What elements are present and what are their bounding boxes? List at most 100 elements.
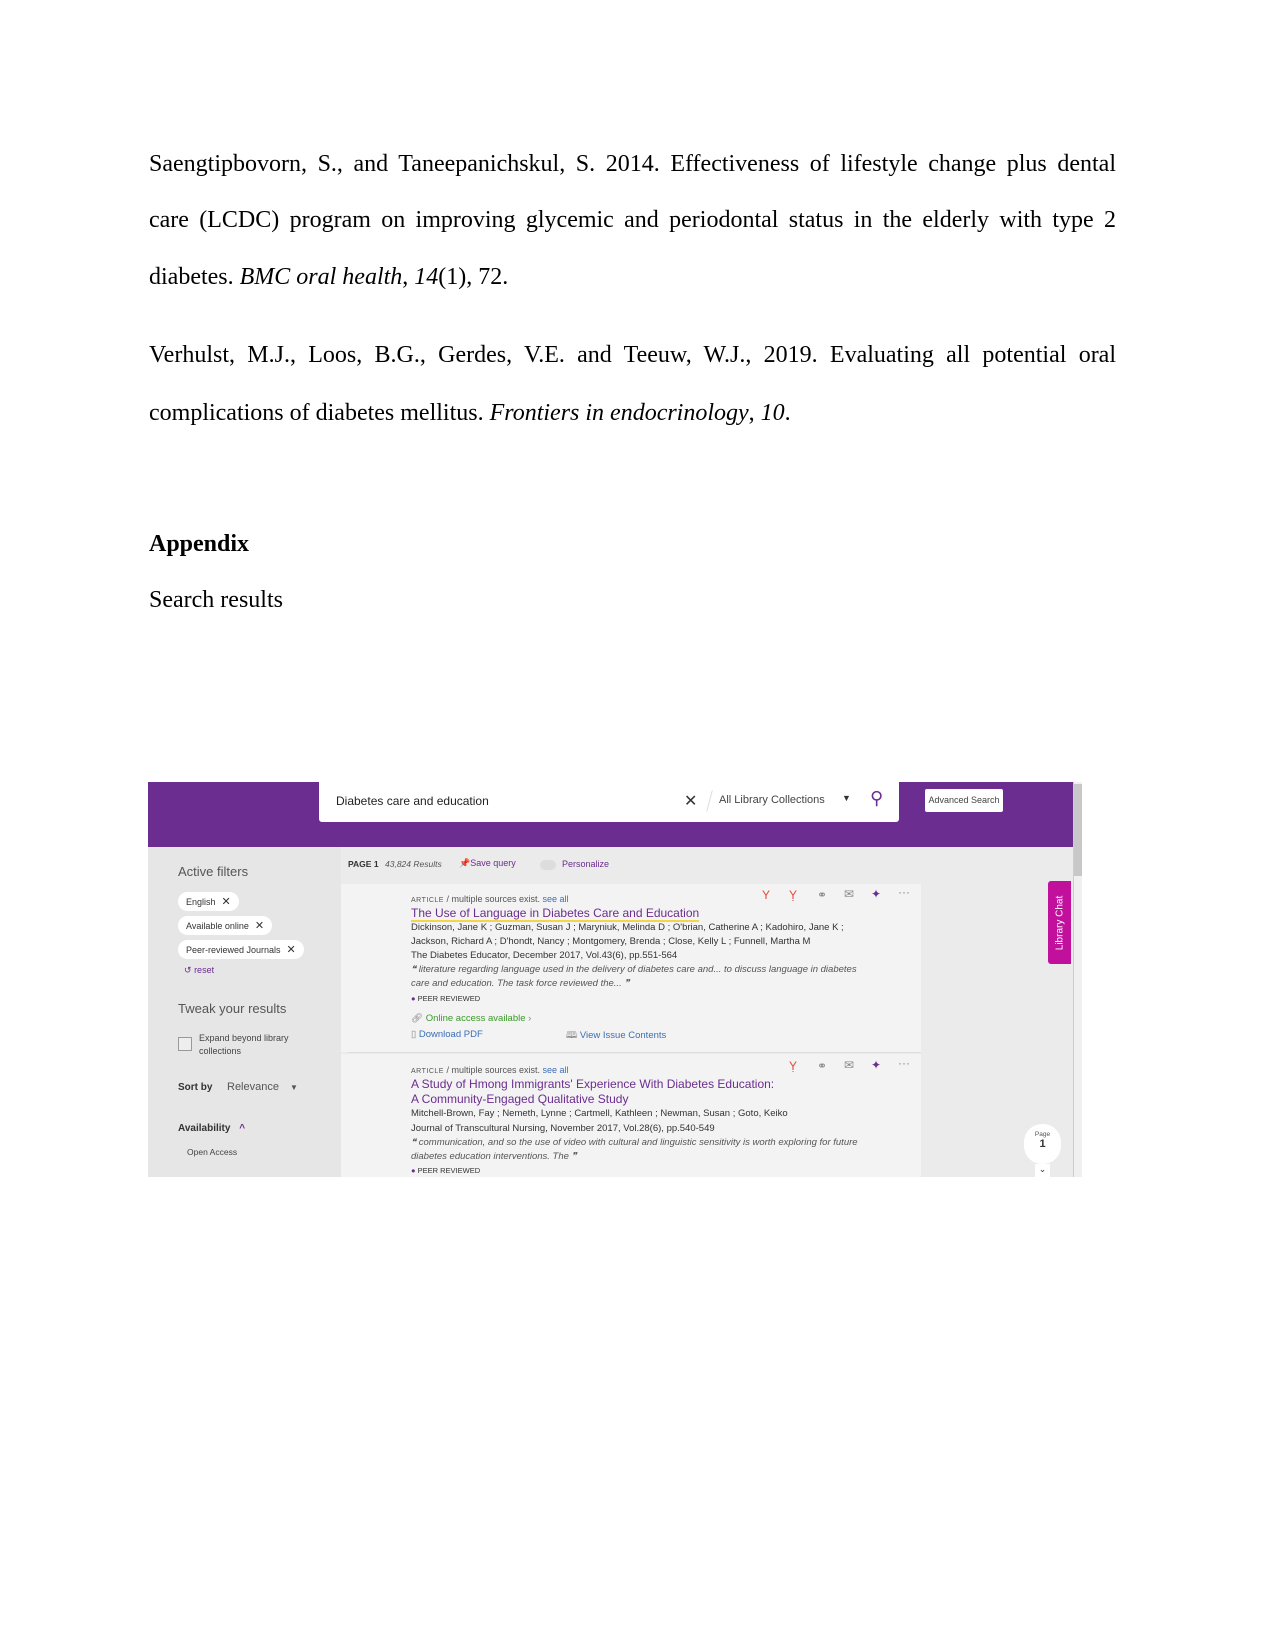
cite-icon[interactable]: Y (762, 888, 770, 902)
filter-chip-peer-reviewed[interactable]: Peer-reviewed Journals ✕ (178, 940, 304, 959)
text: , (402, 264, 415, 290)
scope-select[interactable]: All Library Collections (719, 794, 825, 806)
result-snippet: ❝ communication, and so the use of video… (411, 1137, 858, 1148)
search-results-screenshot: Diabetes care and education ✕ All Librar… (148, 782, 1082, 1177)
pdf-icon: ▯ (411, 1029, 417, 1040)
result-journal: The Diabetes Educator, December 2017, Vo… (411, 950, 678, 961)
text: collections (199, 1046, 242, 1056)
pdf-label: Download PDF (418, 1029, 483, 1040)
chevron-down-icon[interactable]: ▼ (842, 793, 851, 803)
chevron-down-icon[interactable]: ⌄ (1035, 1164, 1050, 1177)
page-indicator: PAGE 1 (348, 859, 379, 869)
tweak-heading: Tweak your results (178, 1001, 287, 1016)
pin-icon[interactable]: ✦ (871, 1058, 881, 1072)
download-pdf-link[interactable]: ▯ Download PDF (411, 1029, 483, 1040)
availability-toggle[interactable]: Availability ^ (178, 1123, 245, 1134)
result-snippet: ❝ literature regarding language used in … (411, 964, 857, 975)
peer-reviewed-icon: ● (411, 1166, 416, 1175)
type-label: ARTICLE (411, 1068, 444, 1075)
close-icon[interactable]: ✕ (287, 944, 296, 956)
close-icon[interactable]: ✕ (222, 896, 231, 908)
search-input[interactable]: Diabetes care and education (336, 794, 489, 808)
email-icon[interactable]: ✉ (844, 1058, 854, 1072)
volume: 14 (414, 264, 439, 290)
save-query-button[interactable]: 📌Save query (459, 858, 516, 869)
result-title-link[interactable]: A Study of Hmong Immigrants' Experience … (411, 1077, 774, 1091)
reset-button[interactable]: ↺ reset (184, 965, 214, 976)
chevron-right-icon: › (528, 1013, 532, 1024)
chip-label: Peer-reviewed Journals (186, 945, 281, 955)
link-icon[interactable]: ⚭ (817, 1059, 827, 1073)
filter-chip-available-online[interactable]: Available online ✕ (178, 916, 273, 935)
result-authors: Dickinson, Jane K ; Guzman, Susan J ; Ma… (411, 922, 844, 933)
peer-reviewed-badge: ● PEER REVIEWED (411, 994, 480, 1003)
open-access-filter[interactable]: Open Access (187, 1147, 237, 1157)
result-title-link[interactable]: The Use of Language in Diabetes Care and… (411, 906, 700, 922)
appendix-heading: Appendix (149, 531, 250, 557)
peer-reviewed-badge: ● PEER REVIEWED (411, 1166, 480, 1175)
pin-icon[interactable]: ✦ (871, 887, 881, 901)
personalize-label: Personalize (562, 859, 610, 869)
text: , (748, 400, 761, 426)
volume: 10 (760, 400, 785, 426)
save-label: Save query (470, 858, 516, 868)
see-all-link[interactable]: see all (543, 894, 569, 904)
library-chat-label: Library Chat (1054, 895, 1065, 950)
email-icon[interactable]: ✉ (844, 887, 854, 901)
text: Expand beyond library (199, 1033, 289, 1043)
text: . (784, 400, 791, 426)
link-icon: 🔗︎ (411, 1013, 424, 1024)
appendix-caption: Search results (149, 587, 283, 613)
page-number: 1 (1039, 1138, 1046, 1150)
filter-chip-english[interactable]: English ✕ (178, 892, 239, 911)
pin-icon: 📌 (459, 858, 471, 868)
chevron-up-icon: ^ (239, 1123, 246, 1134)
scrollbar[interactable] (1073, 782, 1082, 1177)
personalize-toggle[interactable] (540, 860, 556, 870)
export-icon[interactable]: Ỵ (789, 1059, 797, 1073)
reference-2-line-2: complications of diabetes mellitus. Fron… (149, 399, 1116, 427)
divider (348, 1052, 921, 1053)
sort-value: Relevance (227, 1081, 279, 1093)
more-icon[interactable]: ··· (898, 1056, 910, 1070)
see-all-link[interactable]: see all (543, 1065, 569, 1075)
sources-label: / multiple sources exist. (446, 1065, 540, 1075)
online-access-link[interactable]: 🔗︎ Online access available › (411, 1013, 531, 1024)
badge-label: PEER REVIEWED (417, 1166, 481, 1175)
badge-label: PEER REVIEWED (417, 994, 481, 1003)
reference-1-line-1: Saengtipbovorn, S., and Taneepanichskul,… (149, 151, 1116, 177)
text: complications of diabetes mellitus. (149, 400, 490, 426)
reference-2-line-1: Verhulst, M.J., Loos, B.G., Gerdes, V.E.… (149, 342, 1116, 368)
chip-label: Available online (186, 921, 249, 931)
export-icon[interactable]: Ỵ (789, 888, 797, 902)
title-text: The Use of Language in Diabetes Care and… (411, 906, 700, 922)
advanced-search-button[interactable]: Advanced Search (925, 789, 1003, 812)
sort-select[interactable]: Relevance ▼ (227, 1081, 298, 1093)
clear-icon[interactable]: ✕ (684, 791, 697, 811)
reset-label: reset (194, 965, 215, 975)
library-chat-tab[interactable]: Library Chat (1048, 881, 1071, 964)
journal: Frontiers in endocrinology (489, 400, 749, 426)
result-snippet: diabetes education interventions. The ❞ (411, 1151, 577, 1162)
more-icon[interactable]: ··· (898, 885, 910, 899)
reset-icon: ↺ (184, 965, 192, 975)
close-icon[interactable]: ✕ (255, 920, 264, 932)
result-authors: Jackson, Richard A ; D'hondt, Nancy ; Mo… (411, 936, 811, 947)
result-title-link[interactable]: A Community-Engaged Qualitative Study (411, 1092, 628, 1106)
reference-1-line-2: care (LCDC) program on improving glycemi… (149, 207, 1116, 233)
active-filters-heading: Active filters (178, 864, 249, 879)
chevron-down-icon: ▼ (290, 1083, 298, 1092)
view-issue-link[interactable]: 🕮 View Issue Contents (566, 1028, 666, 1044)
page-bubble[interactable]: Page 1 (1024, 1124, 1061, 1164)
type-label: ARTICLE (411, 897, 444, 904)
result-authors: Mitchell-Brown, Fay ; Nemeth, Lynne ; Ca… (411, 1108, 788, 1119)
results-count: 43,824 Results (385, 859, 442, 869)
result-snippet: care and education. The task force revie… (411, 978, 630, 989)
link-icon[interactable]: ⚭ (817, 888, 827, 902)
result-journal: Journal of Transcultural Nursing, Novemb… (411, 1123, 715, 1134)
book-icon: 🕮 (566, 1030, 578, 1041)
issue-label: View Issue Contents (579, 1030, 667, 1041)
expand-checkbox[interactable] (178, 1037, 192, 1051)
peer-reviewed-icon: ● (411, 994, 416, 1003)
search-icon[interactable]: ⚲ (870, 788, 883, 809)
